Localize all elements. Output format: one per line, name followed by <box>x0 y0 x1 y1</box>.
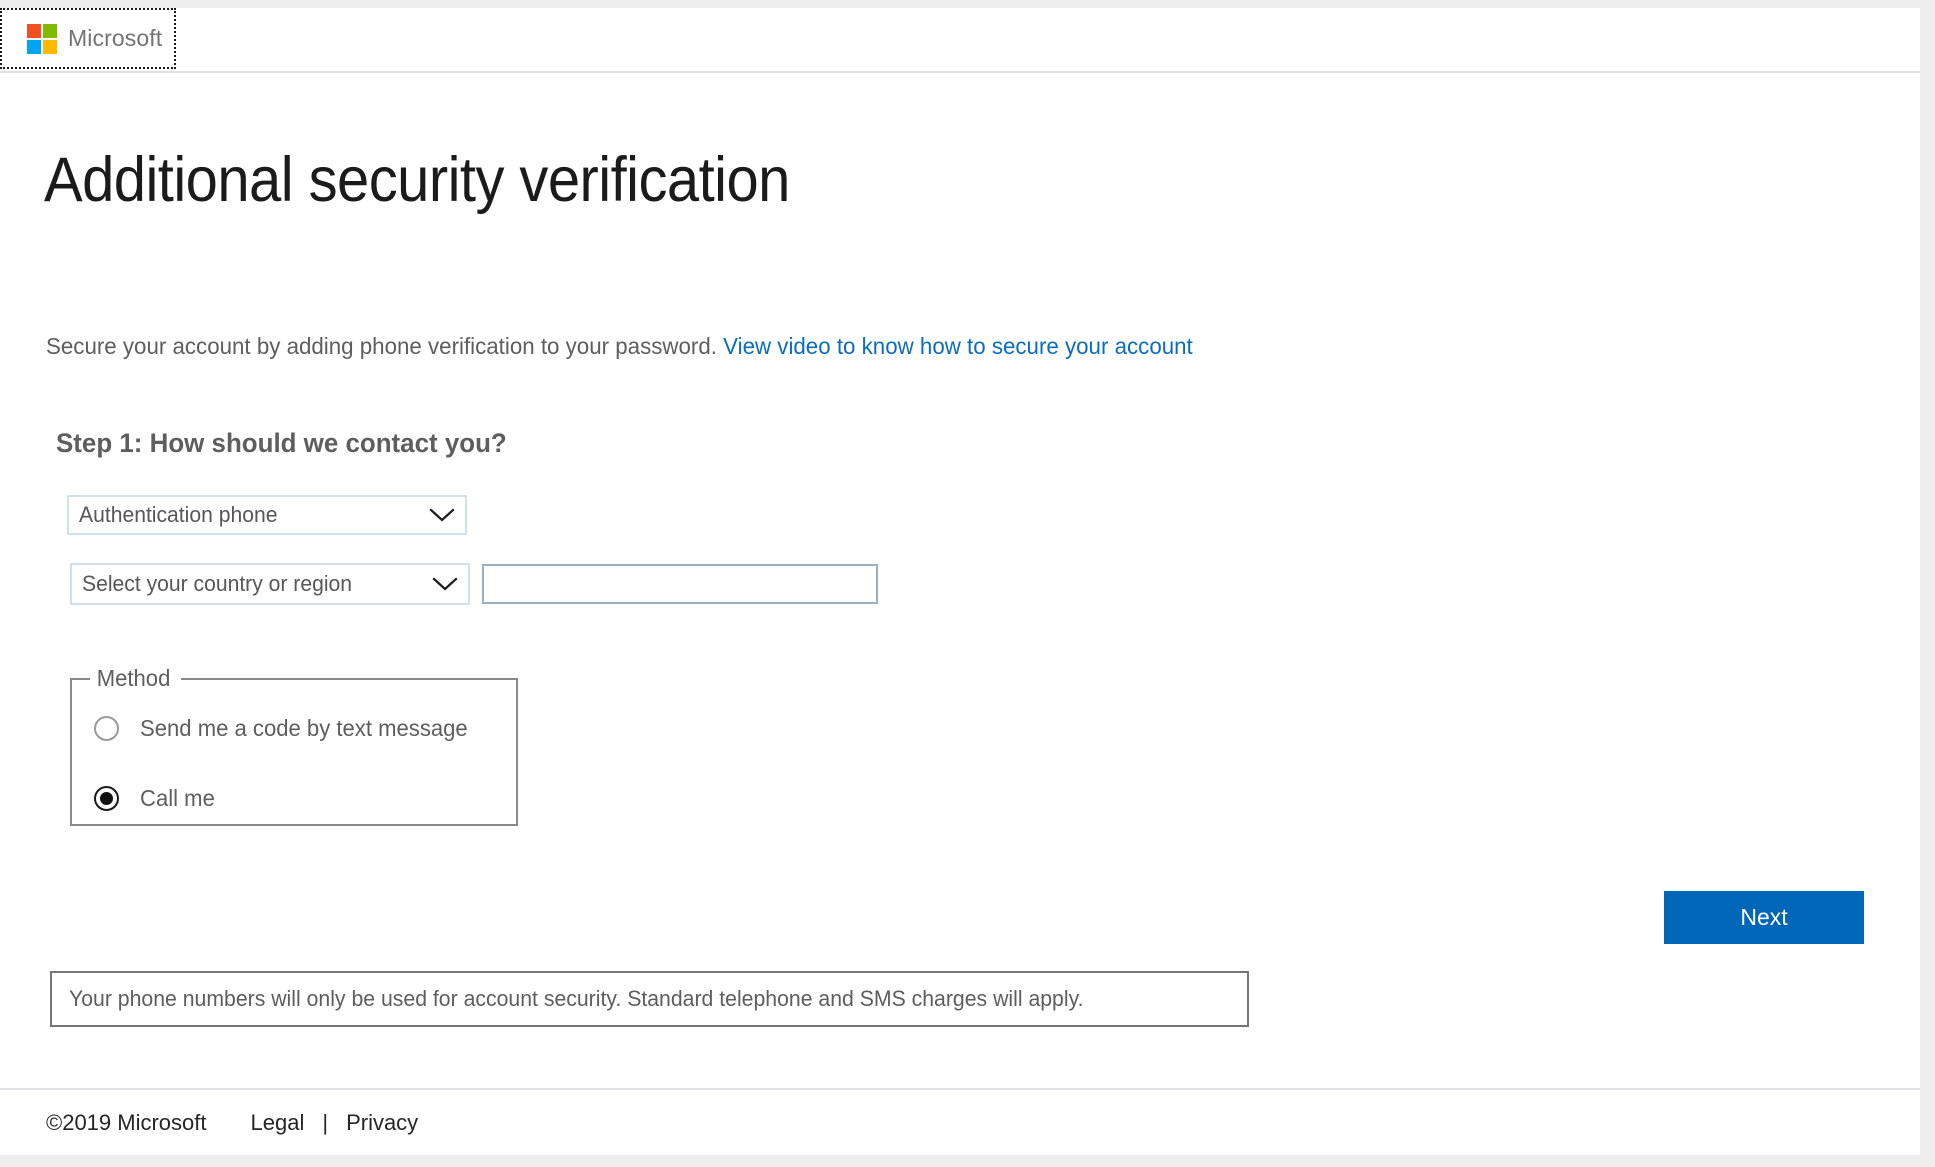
privacy-link[interactable]: Privacy <box>346 1110 418 1136</box>
authentication-method-value: Authentication phone <box>79 502 278 527</box>
microsoft-logo-icon <box>27 23 57 54</box>
radio-button-text-message[interactable] <box>94 715 119 741</box>
copyright-text: ©2019 Microsoft <box>46 1109 207 1135</box>
site-footer: ©2019 Microsoft Legal | Privacy <box>0 1088 1920 1155</box>
next-button[interactable]: Next <box>1664 891 1864 944</box>
method-option-text-message-label: Send me a code by text message <box>140 714 468 741</box>
step-heading: Step 1: How should we contact you? <box>56 428 507 458</box>
method-option-text-message[interactable]: Send me a code by text message <box>72 706 516 750</box>
method-option-call-me[interactable]: Call me <box>72 776 516 820</box>
microsoft-logo-link[interactable]: Microsoft <box>0 8 176 69</box>
method-option-call-me-label: Call me <box>140 784 215 811</box>
site-header: Microsoft <box>0 8 1920 73</box>
country-region-value: Select your country or region <box>82 571 353 596</box>
microsoft-wordmark: Microsoft <box>68 25 163 51</box>
lede-paragraph: Secure your account by adding phone veri… <box>46 331 1193 361</box>
method-fieldset-legend: Method <box>96 665 171 691</box>
charges-note-text: Your phone numbers will only be used for… <box>69 986 1084 1011</box>
chevron-down-icon <box>430 565 460 603</box>
chevron-down-icon <box>427 497 457 533</box>
phone-number-input[interactable] <box>482 564 878 604</box>
main-content: Additional security verification Secure … <box>0 73 1920 1090</box>
country-region-select[interactable]: Select your country or region <box>70 563 470 605</box>
radio-button-call-me[interactable] <box>94 785 119 811</box>
method-fieldset: Method Send me a code by text message Ca… <box>70 665 518 826</box>
page-title: Additional security verification <box>44 145 790 215</box>
footer-separator: | <box>322 1109 329 1135</box>
logo-square-bottom-right <box>43 39 57 54</box>
page-container: Microsoft Additional security verificati… <box>0 8 1920 1155</box>
charges-note-box: Your phone numbers will only be used for… <box>50 971 1249 1027</box>
logo-square-bottom-left <box>27 39 41 54</box>
legal-link[interactable]: Legal <box>251 1110 305 1136</box>
logo-square-top-left <box>27 23 41 38</box>
logo-square-top-right <box>43 23 57 38</box>
view-video-link[interactable]: View video to know how to secure your ac… <box>723 333 1193 359</box>
authentication-method-select[interactable]: Authentication phone <box>67 495 467 535</box>
lede-text: Secure your account by adding phone veri… <box>46 333 717 359</box>
